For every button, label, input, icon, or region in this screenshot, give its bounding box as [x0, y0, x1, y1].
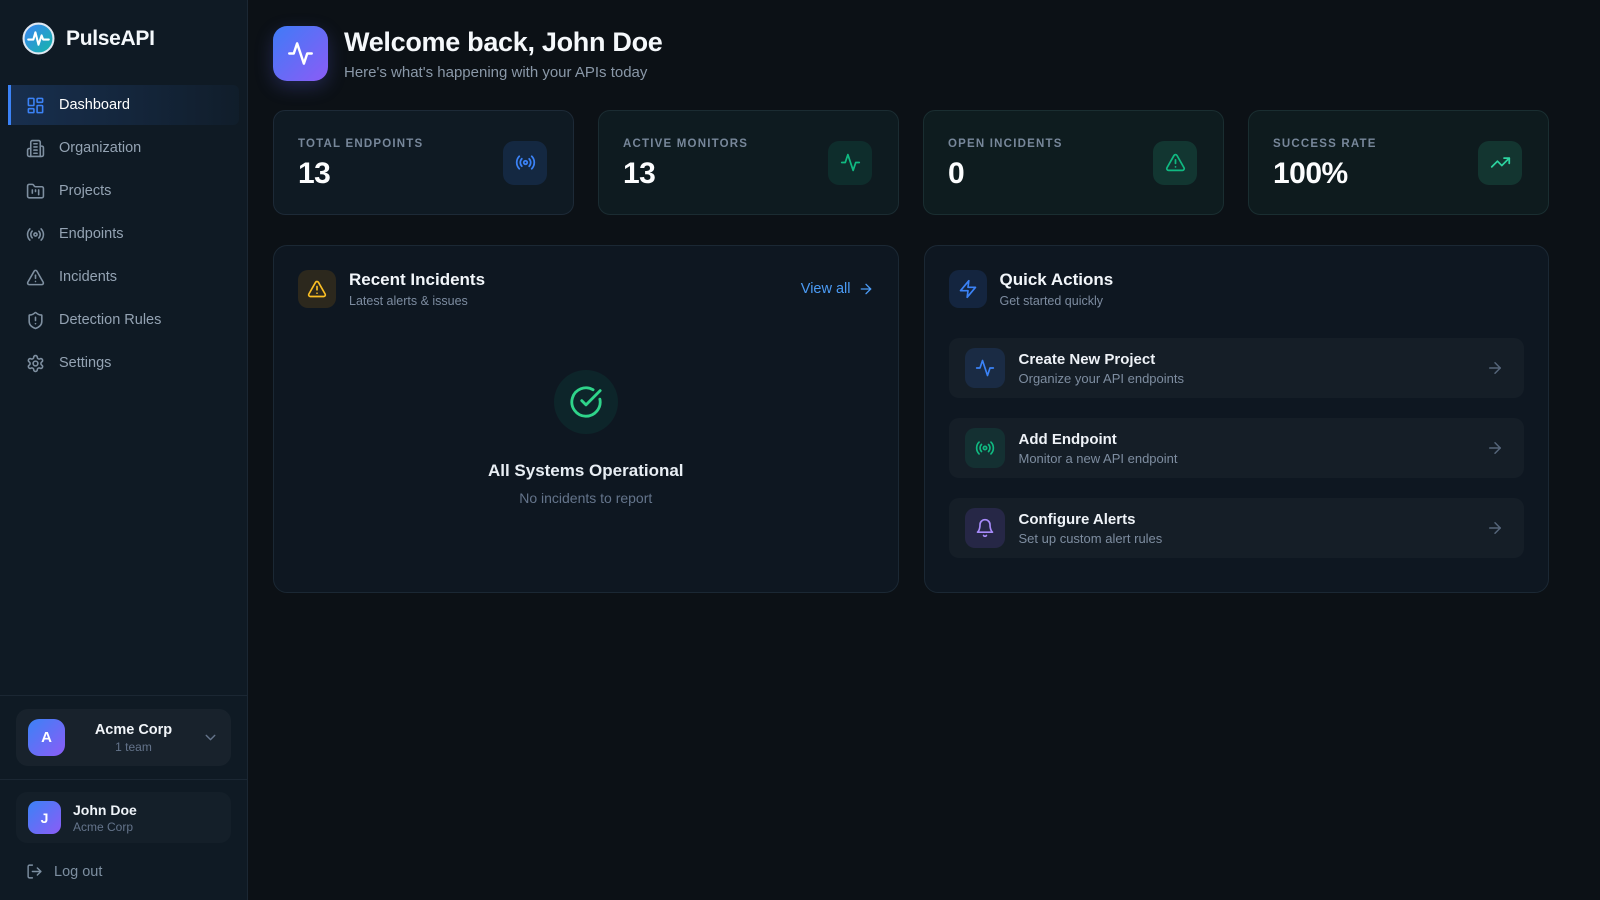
action-add-endpoint[interactable]: Add Endpoint Monitor a new API endpoint [949, 418, 1525, 478]
check-circle-icon [554, 370, 618, 434]
shield-alert-icon [26, 311, 45, 330]
sidebar-nav: Dashboard Organization Projects Endpoint… [0, 81, 247, 386]
gear-icon [26, 354, 45, 373]
sidebar-bottom: A Acme Corp 1 team J John Doe Acme Corp [0, 695, 247, 900]
empty-state-title: All Systems Operational [488, 461, 684, 481]
stat-card-total-endpoints: TOTAL ENDPOINTS 13 [273, 110, 574, 215]
bell-icon [965, 508, 1005, 548]
radio-icon [965, 428, 1005, 468]
sidebar-item-label: Settings [59, 355, 111, 371]
activity-icon [273, 26, 328, 81]
alert-triangle-icon [1153, 141, 1197, 185]
sidebar-item-label: Projects [59, 183, 111, 199]
stat-card-success-rate: SUCCESS RATE 100% [1248, 110, 1549, 215]
action-title: Add Endpoint [1019, 431, 1178, 448]
team-switcher[interactable]: A Acme Corp 1 team [16, 709, 231, 766]
page-header: Welcome back, John Doe Here's what's hap… [273, 26, 1549, 81]
action-subtitle: Monitor a new API endpoint [1019, 451, 1178, 466]
chevron-down-icon [202, 729, 219, 746]
quick-actions-list: Create New Project Organize your API end… [949, 338, 1525, 558]
sidebar-item-projects[interactable]: Projects [8, 171, 239, 211]
action-subtitle: Set up custom alert rules [1019, 531, 1163, 546]
view-all-link[interactable]: View all [801, 281, 874, 297]
team-name: Acme Corp [65, 722, 202, 738]
folder-icon [26, 182, 45, 201]
radio-icon [26, 225, 45, 244]
panels-row: Recent Incidents Latest alerts & issues … [273, 245, 1549, 593]
page-subtitle: Here's what's happening with your APIs t… [344, 64, 663, 81]
sidebar-item-label: Detection Rules [59, 312, 161, 328]
layout-dashboard-icon [26, 96, 45, 115]
alert-triangle-icon [298, 270, 336, 308]
sidebar-item-label: Incidents [59, 269, 117, 285]
pulseapi-logo-icon [22, 22, 55, 55]
panel-title: Quick Actions [1000, 270, 1114, 290]
team-meta: 1 team [65, 740, 202, 754]
stats-row: TOTAL ENDPOINTS 13 ACTIVE MONITORS 13 OP… [273, 110, 1549, 215]
action-configure-alerts[interactable]: Configure Alerts Set up custom alert rul… [949, 498, 1525, 558]
user-profile[interactable]: J John Doe Acme Corp [16, 792, 231, 843]
sidebar-item-settings[interactable]: Settings [8, 343, 239, 383]
alert-triangle-icon [26, 268, 45, 287]
arrow-right-icon [1486, 439, 1504, 457]
arrow-right-icon [858, 281, 874, 297]
sidebar-item-endpoints[interactable]: Endpoints [8, 214, 239, 254]
action-title: Configure Alerts [1019, 511, 1163, 528]
building-icon [26, 139, 45, 158]
stat-card-active-monitors: ACTIVE MONITORS 13 [598, 110, 899, 215]
sidebar-item-label: Endpoints [59, 226, 124, 242]
sidebar: PulseAPI Dashboard Organization Projects… [0, 0, 248, 900]
logout-label: Log out [54, 864, 102, 880]
activity-icon [965, 348, 1005, 388]
stat-card-open-incidents: OPEN INCIDENTS 0 [923, 110, 1224, 215]
brand: PulseAPI [0, 0, 247, 81]
action-title: Create New Project [1019, 351, 1185, 368]
arrow-right-icon [1486, 359, 1504, 377]
main-content: Welcome back, John Doe Here's what's hap… [248, 0, 1600, 900]
brand-name: PulseAPI [66, 27, 155, 51]
user-meta: Acme Corp [73, 820, 137, 834]
team-section: A Acme Corp 1 team [0, 695, 247, 779]
recent-incidents-panel: Recent Incidents Latest alerts & issues … [273, 245, 899, 593]
logout-button[interactable]: Log out [0, 851, 247, 900]
sidebar-item-label: Dashboard [59, 97, 130, 113]
panel-title: Recent Incidents [349, 270, 485, 290]
quick-actions-panel: Quick Actions Get started quickly Create… [924, 245, 1550, 593]
arrow-right-icon [1486, 519, 1504, 537]
user-avatar: J [28, 801, 61, 834]
action-subtitle: Organize your API endpoints [1019, 371, 1185, 386]
radio-icon [503, 141, 547, 185]
sidebar-item-detection-rules[interactable]: Detection Rules [8, 300, 239, 340]
empty-state-subtitle: No incidents to report [519, 490, 652, 506]
sidebar-item-label: Organization [59, 140, 141, 156]
logout-icon [26, 863, 43, 880]
trending-up-icon [1478, 141, 1522, 185]
user-name: John Doe [73, 802, 137, 818]
panel-subtitle: Latest alerts & issues [349, 294, 485, 308]
panel-subtitle: Get started quickly [1000, 294, 1114, 308]
sidebar-item-incidents[interactable]: Incidents [8, 257, 239, 297]
zap-icon [949, 270, 987, 308]
sidebar-item-organization[interactable]: Organization [8, 128, 239, 168]
user-section: J John Doe Acme Corp [0, 779, 247, 851]
sidebar-item-dashboard[interactable]: Dashboard [8, 85, 239, 125]
page-title: Welcome back, John Doe [344, 27, 663, 58]
team-avatar: A [28, 719, 65, 756]
incidents-empty-state: All Systems Operational No incidents to … [298, 308, 874, 568]
action-create-new-project[interactable]: Create New Project Organize your API end… [949, 338, 1525, 398]
activity-icon [828, 141, 872, 185]
